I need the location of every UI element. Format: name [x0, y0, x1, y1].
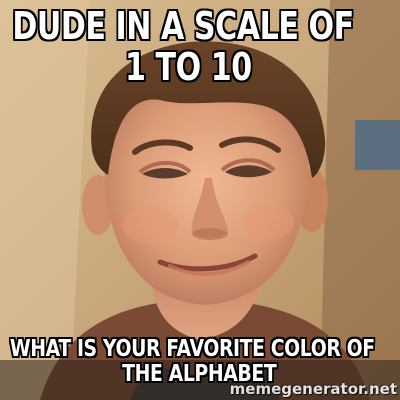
meme-image: DUDE IN A SCALE OF 1 TO 10 WHAT IS YOUR …	[0, 0, 400, 400]
cheek-right	[242, 204, 294, 240]
top-caption: DUDE IN A SCALE OF 1 TO 10	[0, 4, 400, 90]
bottom-caption-line-1: WHAT IS YOUR FAVORITE COLOR OF	[9, 336, 376, 363]
background-blue-panel	[355, 120, 400, 170]
cheek-left	[122, 207, 178, 243]
nose-shadow	[192, 228, 228, 240]
top-caption-line-1: DUDE IN A SCALE OF	[11, 4, 355, 48]
watermark-text: memegenerator.net	[229, 380, 397, 398]
top-caption-line-2: 1 TO 10	[124, 45, 253, 90]
